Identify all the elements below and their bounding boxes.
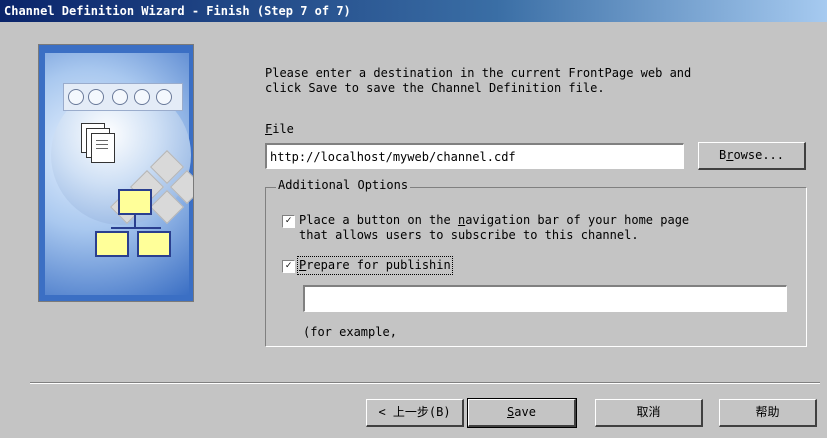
wizard-illustration bbox=[38, 44, 194, 302]
sitemap-icon bbox=[137, 231, 171, 257]
sitemap-icon bbox=[95, 231, 129, 257]
cancel-button[interactable]: 取消 bbox=[595, 399, 703, 427]
mini-toolbar-icon bbox=[63, 83, 183, 111]
sitemap-icon bbox=[118, 189, 152, 215]
home-icon bbox=[156, 89, 172, 105]
navbar-button-checkbox[interactable]: ✓ bbox=[282, 215, 295, 228]
save-button[interactable]: Save bbox=[467, 398, 577, 428]
browse-button[interactable]: Browse... bbox=[698, 142, 806, 170]
instruction-text: Please enter a destination in the curren… bbox=[265, 66, 692, 95]
back-icon bbox=[68, 89, 84, 105]
publish-destination-input[interactable] bbox=[303, 285, 787, 312]
prepare-publishing-checkbox[interactable]: ✓ bbox=[282, 260, 295, 273]
stop-icon bbox=[112, 89, 128, 105]
refresh-icon bbox=[134, 89, 150, 105]
documents-icon bbox=[81, 123, 115, 163]
file-url-input[interactable] bbox=[265, 143, 684, 169]
additional-options-title: Additional Options bbox=[276, 178, 411, 192]
forward-icon bbox=[88, 89, 104, 105]
help-button[interactable]: 帮助 bbox=[719, 399, 817, 427]
file-label: File bbox=[265, 122, 294, 136]
window-title: Channel Definition Wizard - Finish (Step… bbox=[0, 0, 827, 22]
navbar-button-label: Place a button on the navigation bar of … bbox=[299, 213, 690, 242]
prepare-publishing-label: Prepare for publishin bbox=[297, 256, 453, 275]
back-button[interactable]: < 上一步(B) bbox=[366, 399, 464, 427]
footer-separator bbox=[30, 382, 820, 384]
example-text: (for example, bbox=[303, 325, 397, 339]
